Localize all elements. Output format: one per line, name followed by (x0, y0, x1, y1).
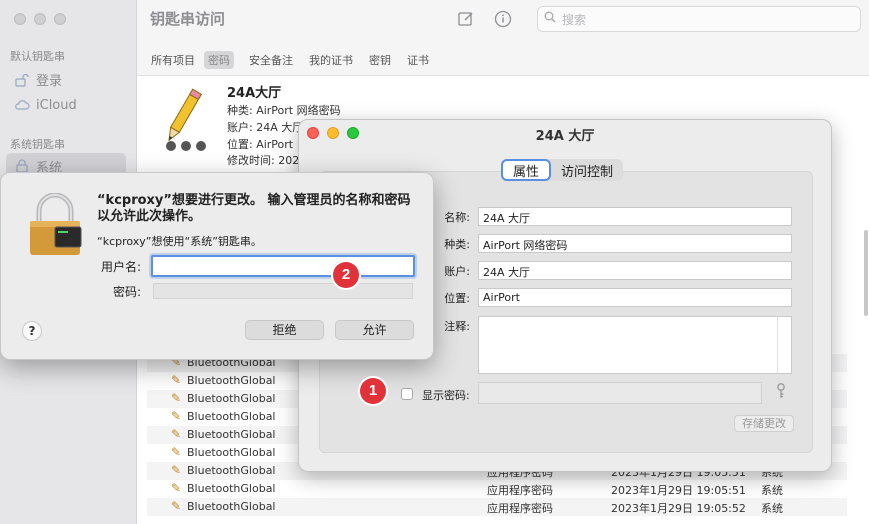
sidebar-section-default: 默认钥匙串 (10, 50, 65, 63)
allow-button[interactable]: 允许 (335, 320, 414, 340)
sidebar-section-system: 系统钥匙串 (10, 138, 65, 151)
callout-badge-2: 2 (333, 262, 359, 288)
compose-icon[interactable] (456, 9, 476, 29)
comments-field[interactable] (478, 316, 792, 374)
pencil-icon: ✎ (171, 427, 182, 441)
password-field[interactable] (478, 382, 762, 404)
search-input[interactable]: 搜索 (537, 6, 861, 32)
tab-certificates[interactable]: 证书 (403, 51, 433, 69)
tab-secure-notes[interactable]: 安全备注 (245, 51, 297, 69)
window-title: 钥匙串访问 (150, 10, 226, 28)
search-icon (544, 11, 556, 27)
pencil-icon: ✎ (171, 409, 182, 423)
password-label: 密码: (112, 285, 141, 299)
pencil-icon: ✎ (171, 481, 182, 495)
password-item-icon (166, 88, 206, 151)
cloud-icon (14, 97, 30, 113)
table-row[interactable]: ✎ BluetoothGlobal 应用程序密码 2023年1月29日 19:05:5… (147, 498, 847, 516)
pencil-icon: ✎ (171, 499, 182, 513)
sidebar-item-login[interactable]: 登录 (14, 70, 62, 89)
search-placeholder: 搜索 (562, 12, 587, 27)
where-field[interactable]: AirPort (478, 288, 792, 307)
authorization-dialog: “kcproxy”想要进行更改。 输入管理员的名称和密码以允许此次操作。 “kc… (0, 172, 434, 360)
pencil-icon: ✎ (171, 391, 182, 405)
tab-access-control[interactable]: 访问控制 (551, 159, 623, 181)
help-button[interactable]: ? (22, 321, 42, 341)
pencil-icon: ✎ (171, 463, 182, 477)
pencil-icon: ✎ (171, 445, 182, 459)
auth-subtext: “kcproxy”想使用“系统”钥匙串。 (97, 235, 262, 248)
username-field[interactable] (151, 255, 415, 277)
detail-item-name: 24A大厅 (227, 86, 282, 101)
window-close-button[interactable] (14, 13, 26, 25)
detail-kind: 种类: AirPort 网络密码 (227, 104, 341, 117)
show-password-label: 显示密码: (422, 389, 470, 402)
sidebar-item-icloud[interactable]: iCloud (14, 97, 77, 113)
tab-my-certificates[interactable]: 我的证书 (305, 51, 357, 69)
window-zoom-button[interactable] (54, 13, 66, 25)
table-row[interactable]: ✎ BluetoothGlobal 应用程序密码 2023年1月29日 19:05:5… (147, 480, 847, 498)
attributes-segmented-control: 属性 访问控制 (501, 159, 624, 181)
info-icon[interactable] (493, 9, 513, 29)
callout-badge-1: 1 (360, 378, 386, 404)
attributes-title: 24A 大厅 (535, 129, 595, 144)
detail-where: 位置: AirPort (227, 138, 294, 151)
list-scrollbar[interactable] (864, 230, 868, 316)
tab-attributes[interactable]: 属性 (501, 159, 552, 181)
toolbar: 钥匙串访问 搜索 (137, 0, 869, 40)
key-icon[interactable] (776, 383, 786, 403)
account-field[interactable]: 24A 大厅 (478, 261, 792, 280)
tab-all-items[interactable]: 所有项目 (147, 51, 199, 69)
show-password-checkbox[interactable] (401, 388, 413, 400)
category-tabs: 所有项目 密码 安全备注 我的证书 密钥 证书 (137, 40, 869, 76)
padlock-icon (30, 193, 82, 255)
detail-account: 账户: 24A 大厅 (227, 121, 304, 134)
unlock-icon (14, 72, 30, 88)
tab-keys[interactable]: 密钥 (365, 51, 395, 69)
username-label: 用户名: (100, 260, 141, 274)
detail-modified: 修改时间: 202 (227, 154, 300, 167)
window-minimize-button[interactable] (34, 13, 46, 25)
attributes-titlebar: 24A 大厅 (299, 120, 831, 148)
auth-heading: “kcproxy”想要进行更改。 输入管理员的名称和密码以允许此次操作。 (97, 193, 411, 224)
comments-scrollbar[interactable] (777, 317, 791, 373)
password-field[interactable] (153, 283, 413, 299)
save-changes-button[interactable]: 存储更改 (734, 415, 794, 432)
kind-field[interactable]: AirPort 网络密码 (478, 234, 792, 253)
pencil-icon: ✎ (171, 373, 182, 387)
deny-button[interactable]: 拒绝 (245, 320, 324, 340)
sidebar-item-label: 登录 (36, 74, 63, 89)
tab-passwords[interactable]: 密码 (204, 51, 234, 69)
sidebar-item-label: iCloud (36, 97, 77, 113)
name-field[interactable]: 24A 大厅 (478, 207, 792, 226)
